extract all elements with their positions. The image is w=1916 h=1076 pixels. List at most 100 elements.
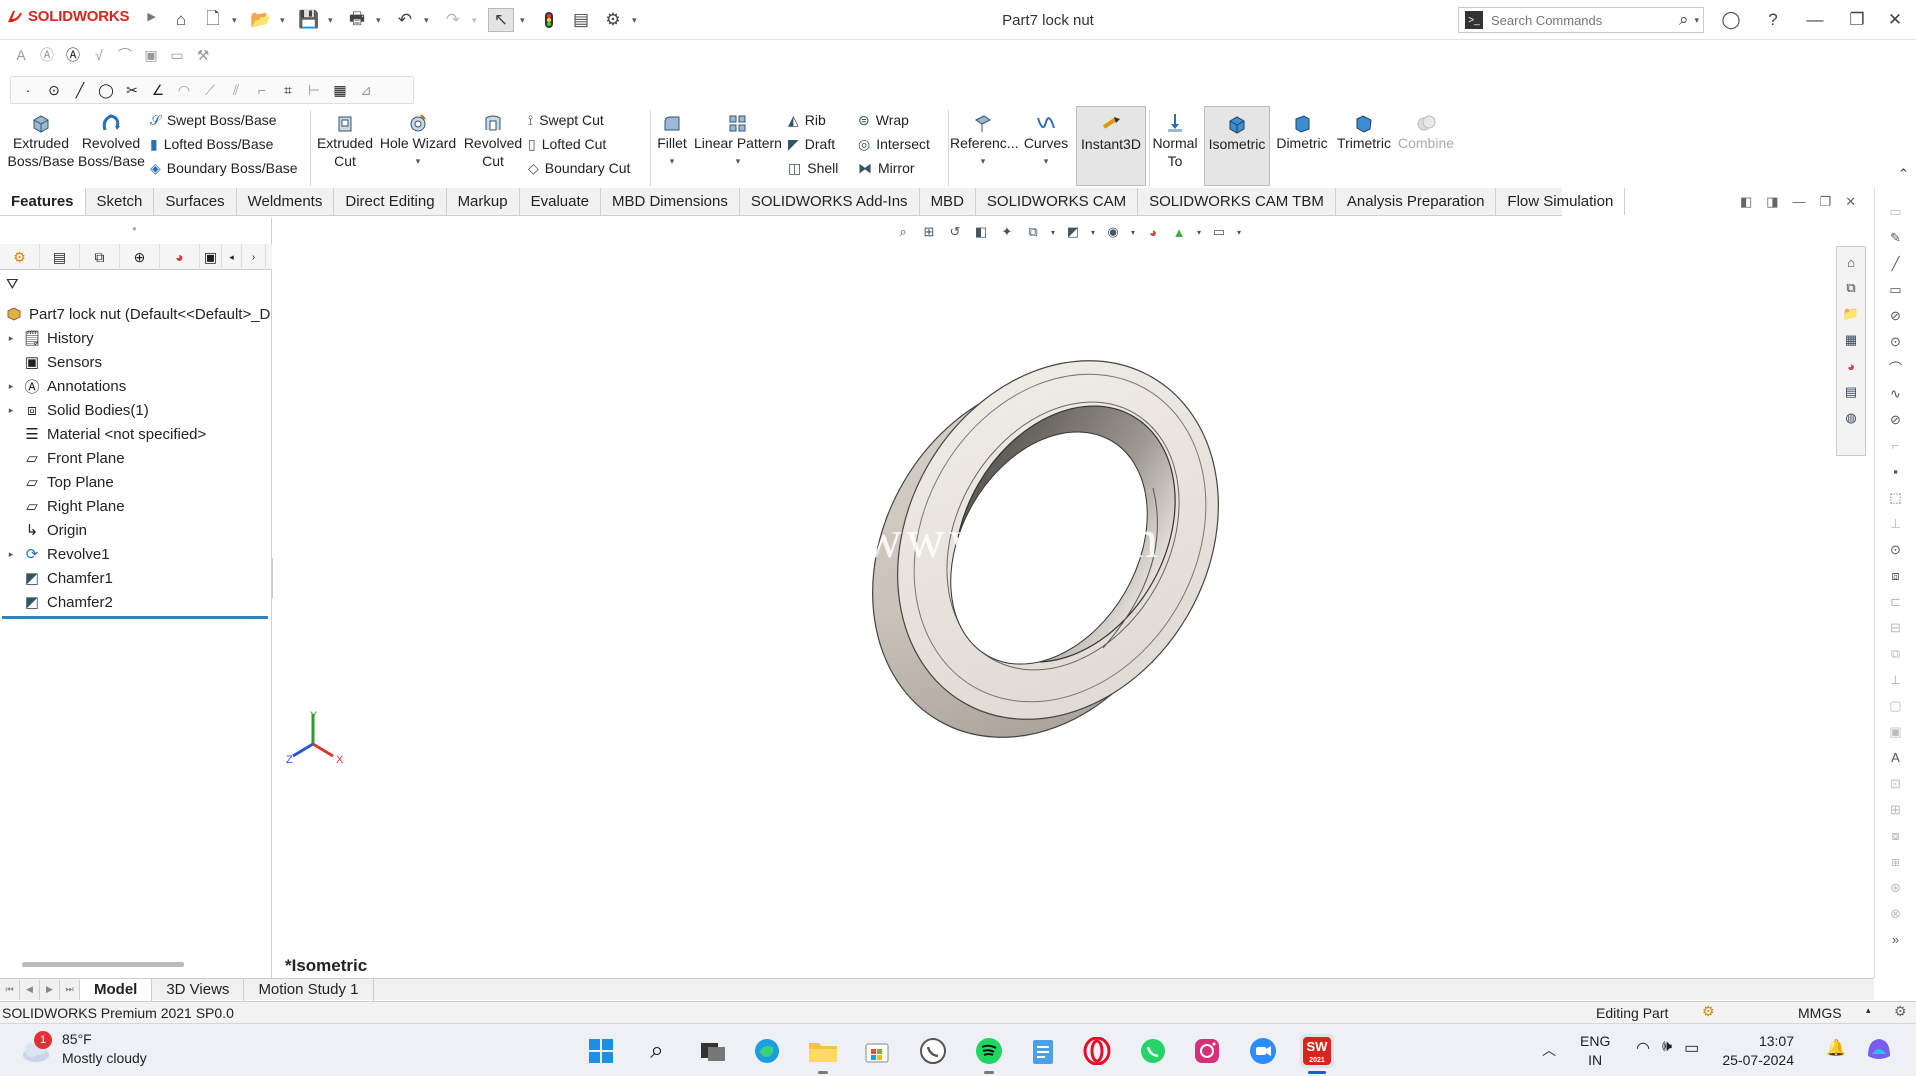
tree-item-front-plane[interactable]: ▱ Front Plane xyxy=(0,446,124,470)
scene-dropdown-icon[interactable]: ▾ xyxy=(1195,222,1203,242)
sketch-copy-icon[interactable]: ▣ xyxy=(1885,720,1907,743)
tab-analysis-preparation[interactable]: Analysis Preparation xyxy=(1336,188,1497,215)
fillet-dropdown-icon[interactable]: ▾ xyxy=(652,152,692,170)
tabs-scroll-left-icon[interactable]: ◂ xyxy=(222,244,242,270)
sketch-fillet-icon[interactable]: ⌐ xyxy=(1885,434,1907,457)
intersect-button[interactable]: ◎ Intersect xyxy=(858,132,930,156)
tabs-scroll-right-icon[interactable]: › xyxy=(242,244,266,270)
isometric-button[interactable]: Isometric xyxy=(1204,106,1270,186)
sketch-slot-icon[interactable]: ⊘ xyxy=(1885,304,1907,327)
search-commands-input[interactable]: >_ Search Commands ⌕ ▾ xyxy=(1458,7,1704,33)
corner-icon[interactable]: ⌐ xyxy=(251,79,273,101)
filter-icon[interactable]: ⛛ xyxy=(6,276,19,293)
sketch-ellipse-icon[interactable]: ⊘ xyxy=(1885,408,1907,431)
feature-manager-icon[interactable]: ⚙ xyxy=(0,244,40,270)
expand-arrow-icon[interactable]: ▸ xyxy=(0,405,22,416)
display-manager-icon[interactable]: ◕ xyxy=(160,244,200,270)
tree-item-sensors[interactable]: ▣ Sensors xyxy=(0,350,102,374)
circle-icon[interactable]: ⊙ xyxy=(43,79,65,101)
sketch-mirror-icon[interactable]: ⟂ xyxy=(1885,668,1907,691)
point-icon[interactable]: · xyxy=(17,79,39,101)
sketch-edit-icon[interactable]: ✎ xyxy=(1885,226,1907,249)
sketch-spline-icon[interactable]: ∿ xyxy=(1885,382,1907,405)
trim-icon[interactable]: ✂ xyxy=(121,79,143,101)
collapse-ribbon-icon[interactable]: ⌃ xyxy=(1898,166,1909,182)
tree-item-annotations[interactable]: ▸ Ⓐ Annotations xyxy=(0,374,127,398)
weather-widget[interactable]: 1 85°F Mostly cloudy xyxy=(20,1030,147,1068)
tree-item-solid-bodies[interactable]: ▸ ⧈ Solid Bodies(1) xyxy=(0,398,149,422)
sketch-plane-icon[interactable]: ⊙ xyxy=(1885,538,1907,561)
reference-geometry-button[interactable]: Referenc... ▾ xyxy=(950,106,1018,186)
tab-model[interactable]: Model xyxy=(80,978,153,1001)
tree-item-history[interactable]: ▸ 🗒 History xyxy=(0,326,94,350)
system-tray-icons[interactable]: ◠ 🕪 ▭ xyxy=(1636,1038,1699,1058)
draft-button[interactable]: ◤ Draft xyxy=(788,132,838,156)
close-icon[interactable]: ✕ xyxy=(1878,6,1912,34)
expand-arrow-icon[interactable]: ▸ xyxy=(0,333,22,344)
angle-icon[interactable]: ∠ xyxy=(147,79,169,101)
tree-horizontal-scrollbar[interactable] xyxy=(22,962,184,967)
copilot-icon[interactable] xyxy=(1864,1034,1894,1064)
design-library-icon[interactable]: ⧉ xyxy=(1840,277,1862,299)
zoom-to-area-icon[interactable]: ⊞ xyxy=(919,222,939,242)
cam-manager-icon[interactable]: ▣ xyxy=(200,244,222,270)
hole-wizard-dropdown-icon[interactable]: ▾ xyxy=(378,152,458,170)
balloon-icon[interactable]: Ⓐ xyxy=(36,44,58,66)
sketch-3d-icon[interactable]: ▭ xyxy=(1885,200,1907,223)
tab-sketch[interactable]: Sketch xyxy=(86,188,155,215)
grid-icon[interactable]: ▦ xyxy=(329,79,351,101)
tab-solidworks-cam-tbm[interactable]: SOLIDWORKS CAM TBM xyxy=(1138,188,1336,215)
clock[interactable]: 13:07 25-07-2024 xyxy=(1722,1032,1794,1070)
sketch-arc-icon[interactable]: ⌒ xyxy=(1885,356,1907,379)
appearances-icon[interactable]: ◕ xyxy=(1840,355,1862,377)
tree-item-right-plane[interactable]: ▱ Right Plane xyxy=(0,494,124,518)
file-explorer-icon[interactable]: 📁 xyxy=(1840,303,1862,325)
instant3d-button[interactable]: Instant3D xyxy=(1076,106,1146,186)
language-indicator[interactable]: ENG IN xyxy=(1580,1032,1610,1070)
last-tab-icon[interactable]: ⏭ xyxy=(60,979,80,1000)
solidworks-resources-icon[interactable]: ⌂ xyxy=(1840,251,1862,273)
tab-features[interactable]: Features xyxy=(0,188,86,215)
curves-button[interactable]: Curves ▾ xyxy=(1020,106,1072,186)
tree-root[interactable]: Part7 lock nut (Default<<Default>_D xyxy=(0,302,270,326)
view-settings-icon[interactable]: ▭ xyxy=(1209,222,1229,242)
sketch-point-icon[interactable]: ▪ xyxy=(1885,460,1907,483)
tree-item-revolve1[interactable]: ▸ ⟳ Revolve1 xyxy=(0,542,110,566)
tab-surfaces[interactable]: Surfaces xyxy=(154,188,237,215)
boundary-cut-button[interactable]: ◇ Boundary Cut xyxy=(528,156,630,180)
tile-left-icon[interactable]: ◧ xyxy=(1740,194,1752,210)
rebuild-status-icon[interactable]: ⚙ xyxy=(1702,1003,1715,1020)
combine-button[interactable]: Combine xyxy=(1396,106,1456,186)
reference-dropdown-icon[interactable]: ▾ xyxy=(950,152,1016,170)
extend-icon[interactable]: ⟋ xyxy=(199,79,221,101)
tab-evaluate[interactable]: Evaluate xyxy=(520,188,601,215)
minimize-icon[interactable]: — xyxy=(1798,6,1832,34)
units-dropdown-icon[interactable]: ▴ xyxy=(1866,1005,1871,1016)
units-selector[interactable]: MMGS xyxy=(1798,1005,1842,1021)
tab-weldments[interactable]: Weldments xyxy=(237,188,335,215)
user-account-icon[interactable]: ◯ xyxy=(1714,6,1748,34)
weld-symbol-icon[interactable]: ⌒ xyxy=(114,44,136,66)
datum-icon[interactable]: ▣ xyxy=(140,44,162,66)
edge-browser-icon[interactable] xyxy=(750,1034,784,1068)
search-dropdown-icon[interactable]: ▾ xyxy=(1694,15,1699,26)
boundary-boss-button[interactable]: ◈ Boundary Boss/Base xyxy=(150,156,298,180)
file-explorer-taskbar-icon[interactable] xyxy=(806,1034,840,1068)
wrap-button[interactable]: ⊜ Wrap xyxy=(858,108,930,132)
angular-dimension-icon[interactable]: ⊿ xyxy=(355,79,377,101)
tab-motion-study-1[interactable]: Motion Study 1 xyxy=(244,978,374,1001)
sketch-text-icon[interactable]: ⊥ xyxy=(1885,512,1907,535)
dimetric-button[interactable]: Dimetric xyxy=(1272,106,1332,186)
doc-close-icon[interactable]: ✕ xyxy=(1845,194,1856,210)
tab-solidworks-add-ins[interactable]: SOLIDWORKS Add-Ins xyxy=(740,188,920,215)
sketch-line-icon[interactable]: ╱ xyxy=(1885,252,1907,275)
sketch-quick-snaps-icon[interactable]: ⧇ xyxy=(1885,824,1907,847)
display-style-dropdown-icon[interactable]: ▾ xyxy=(1089,222,1097,242)
dimxpert-manager-icon[interactable]: ⊕ xyxy=(120,244,160,270)
solidworks-forum-icon[interactable]: ◍ xyxy=(1840,407,1862,429)
tree-item-chamfer1[interactable]: ◩ Chamfer1 xyxy=(0,566,113,590)
lofted-cut-button[interactable]: ▯ Lofted Cut xyxy=(528,132,630,156)
view-settings-dropdown-icon[interactable]: ▾ xyxy=(1235,222,1243,242)
sketch-display-icon[interactable]: ⊗ xyxy=(1885,902,1907,925)
solidworks-taskbar-icon[interactable]: SW 2021 xyxy=(1300,1034,1334,1068)
